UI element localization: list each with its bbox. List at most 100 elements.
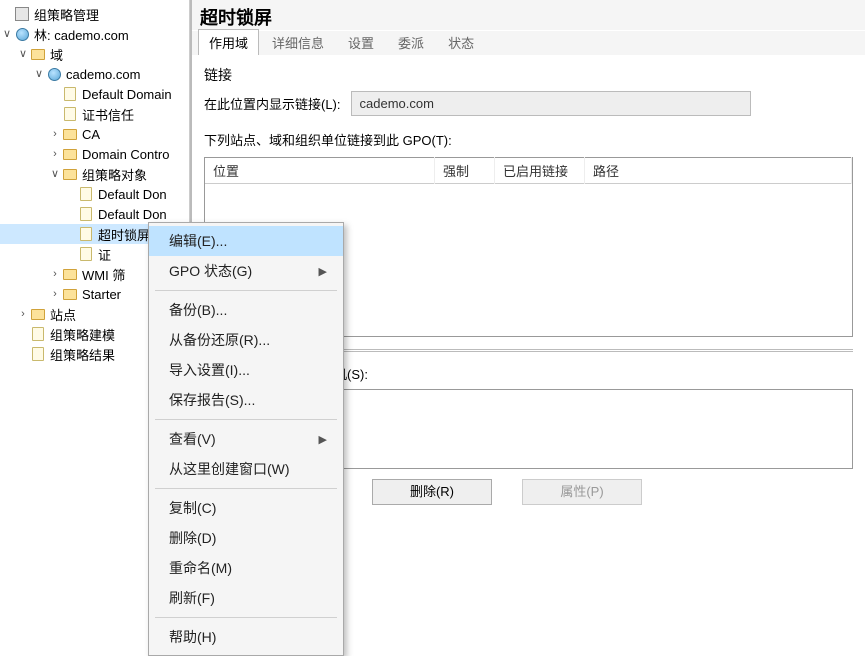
menu-edit[interactable]: 编辑(E)... bbox=[149, 226, 343, 256]
links-list-header: 位置 强制 已启用链接 路径 bbox=[205, 158, 852, 184]
modeling-icon bbox=[30, 326, 46, 342]
chevron-right-icon: ▶ bbox=[319, 433, 327, 446]
tree-ca[interactable]: › CA bbox=[0, 124, 189, 144]
tree-label-root: 组策略管理 bbox=[32, 5, 99, 24]
tree-label-ca: CA bbox=[80, 127, 100, 142]
container-icon bbox=[62, 166, 78, 182]
tree-label-sites: 站点 bbox=[48, 305, 76, 324]
menu-separator bbox=[155, 290, 337, 291]
menu-refresh[interactable]: 刷新(F) bbox=[149, 583, 343, 613]
collapse-toggle[interactable]: ∨ bbox=[0, 24, 14, 44]
menu-backup[interactable]: 备份(B)... bbox=[149, 295, 343, 325]
menu-new-window[interactable]: 从这里创建窗口(W) bbox=[149, 454, 343, 484]
tree-label-default-don2: Default Don bbox=[96, 207, 167, 222]
domain-icon bbox=[46, 66, 62, 82]
tree-domain[interactable]: ∨ cademo.com bbox=[0, 64, 189, 84]
expand-toggle[interactable]: › bbox=[48, 264, 62, 284]
tree-cert-trust[interactable]: 证书信任 bbox=[0, 104, 189, 124]
expand-toggle[interactable]: › bbox=[48, 144, 62, 164]
menu-import[interactable]: 导入设置(I)... bbox=[149, 355, 343, 385]
menu-label: 备份(B)... bbox=[169, 300, 227, 320]
tree-label-domain-contro: Domain Contro bbox=[80, 147, 169, 162]
menu-copy[interactable]: 复制(C) bbox=[149, 493, 343, 523]
tree-label-default-don1: Default Don bbox=[96, 187, 167, 202]
linked-to-label: 下列站点、域和组织单位链接到此 GPO(T): bbox=[204, 130, 853, 149]
tree-label-domains: 域 bbox=[48, 45, 63, 64]
menu-label: 编辑(E)... bbox=[169, 231, 227, 251]
tree-label-timeout-lock: 超时锁屏 bbox=[96, 225, 150, 244]
tab-scope[interactable]: 作用域 bbox=[198, 29, 259, 55]
collapse-toggle[interactable]: ∨ bbox=[48, 164, 62, 184]
menu-label: 从这里创建窗口(W) bbox=[169, 459, 290, 479]
menu-label: 从备份还原(R)... bbox=[169, 330, 270, 350]
menu-label: GPO 状态(G) bbox=[169, 261, 252, 281]
tree-label-gp-results: 组策略结果 bbox=[48, 345, 115, 364]
remove-button[interactable]: 删除(R) bbox=[372, 479, 492, 505]
gpo-icon bbox=[78, 246, 94, 262]
tab-delegation[interactable]: 委派 bbox=[387, 29, 435, 55]
menu-separator bbox=[155, 419, 337, 420]
menu-help[interactable]: 帮助(H) bbox=[149, 622, 343, 652]
ou-icon bbox=[62, 126, 78, 142]
menu-label: 复制(C) bbox=[169, 498, 216, 518]
menu-delete[interactable]: 删除(D) bbox=[149, 523, 343, 553]
display-links-label: 在此位置内显示链接(L): bbox=[204, 94, 341, 113]
collapse-toggle[interactable]: ∨ bbox=[32, 64, 46, 84]
menu-separator bbox=[155, 617, 337, 618]
col-link-enabled[interactable]: 已启用链接 bbox=[495, 157, 585, 184]
col-enforced[interactable]: 强制 bbox=[435, 157, 495, 184]
chevron-right-icon: ▶ bbox=[319, 265, 327, 278]
expand-toggle[interactable]: › bbox=[48, 284, 62, 304]
menu-save-report[interactable]: 保存报告(S)... bbox=[149, 385, 343, 415]
menu-gpo-status[interactable]: GPO 状态(G) ▶ bbox=[149, 256, 343, 286]
tree-default-don2[interactable]: Default Don bbox=[0, 204, 189, 224]
tree-gp-objects[interactable]: ∨ 组策略对象 bbox=[0, 164, 189, 184]
console-icon bbox=[14, 6, 30, 22]
tab-settings[interactable]: 设置 bbox=[337, 29, 385, 55]
expand-toggle[interactable]: › bbox=[16, 304, 30, 324]
forest-icon bbox=[14, 26, 30, 42]
col-location[interactable]: 位置 bbox=[205, 157, 435, 184]
tree-label-wmi: WMI 筛 bbox=[80, 265, 125, 284]
gpo-icon bbox=[78, 186, 94, 202]
menu-rename[interactable]: 重命名(M) bbox=[149, 553, 343, 583]
gpo-link-icon bbox=[62, 86, 78, 102]
tree-label-gp-modeling: 组策略建模 bbox=[48, 325, 115, 344]
tree-label-gp-objects: 组策略对象 bbox=[80, 165, 147, 184]
context-menu: 编辑(E)... GPO 状态(G) ▶ 备份(B)... 从备份还原(R)..… bbox=[148, 222, 344, 656]
menu-label: 删除(D) bbox=[169, 528, 216, 548]
tree-label-default-domain: Default Domain bbox=[80, 87, 172, 102]
gpo-link-icon bbox=[62, 106, 78, 122]
gpo-icon bbox=[78, 206, 94, 222]
folder-icon bbox=[30, 46, 46, 62]
tree-label-starter: Starter bbox=[80, 287, 121, 302]
tree-domains[interactable]: ∨ 域 bbox=[0, 44, 189, 64]
container-icon bbox=[62, 266, 78, 282]
tree-root[interactable]: 组策略管理 bbox=[0, 4, 189, 24]
gpo-icon bbox=[78, 226, 94, 242]
menu-label: 保存报告(S)... bbox=[169, 390, 255, 410]
ou-icon bbox=[62, 146, 78, 162]
collapse-toggle[interactable]: ∨ bbox=[16, 44, 30, 64]
menu-label: 导入设置(I)... bbox=[169, 360, 250, 380]
tab-bar: 作用域 详细信息 设置 委派 状态 bbox=[192, 31, 865, 55]
expand-toggle[interactable]: › bbox=[48, 124, 62, 144]
menu-label: 帮助(H) bbox=[169, 627, 216, 647]
tab-status[interactable]: 状态 bbox=[437, 29, 485, 55]
tree-domain-contro[interactable]: › Domain Contro bbox=[0, 144, 189, 164]
menu-label: 查看(V) bbox=[169, 429, 216, 449]
detail-title: 超时锁屏 bbox=[192, 0, 865, 31]
col-path[interactable]: 路径 bbox=[585, 157, 852, 184]
tree-default-domain[interactable]: Default Domain bbox=[0, 84, 189, 104]
display-links-value[interactable]: cademo.com bbox=[351, 91, 751, 116]
container-icon bbox=[62, 286, 78, 302]
menu-restore[interactable]: 从备份还原(R)... bbox=[149, 325, 343, 355]
tree-label-cert-partial: 证 bbox=[96, 245, 111, 264]
results-icon bbox=[30, 346, 46, 362]
tab-details[interactable]: 详细信息 bbox=[261, 29, 335, 55]
menu-label: 刷新(F) bbox=[169, 588, 215, 608]
tree-forest[interactable]: ∨ 林: cademo.com bbox=[0, 24, 189, 44]
sites-icon bbox=[30, 306, 46, 322]
menu-view[interactable]: 查看(V) ▶ bbox=[149, 424, 343, 454]
tree-default-don1[interactable]: Default Don bbox=[0, 184, 189, 204]
